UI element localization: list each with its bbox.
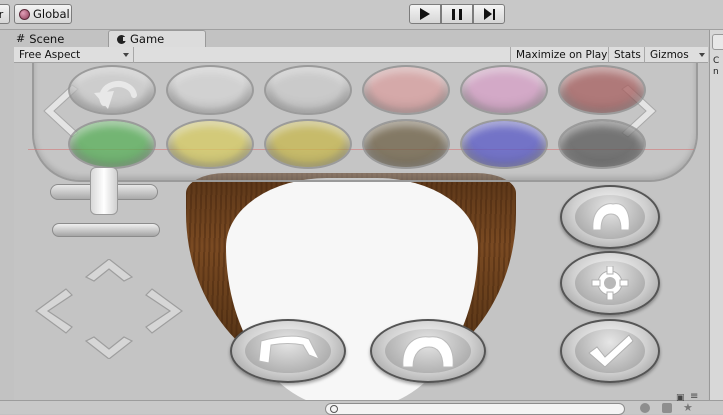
game-viewport[interactable]: [14, 63, 708, 400]
color-swatch[interactable]: [264, 65, 352, 115]
pivot-toggle-button[interactable]: r: [0, 4, 10, 24]
global-toggle-button[interactable]: Global: [14, 4, 72, 24]
inspector-edge-text: C n: [713, 56, 720, 77]
view-tabs: # Scene Game: [0, 30, 723, 47]
color-swatch[interactable]: [460, 65, 548, 115]
inspector-edge: C n: [709, 30, 723, 400]
lock-icon[interactable]: ▣: [676, 393, 685, 403]
color-swatch[interactable]: [68, 119, 156, 169]
pause-icon: [450, 8, 464, 20]
label-icon[interactable]: [662, 403, 672, 413]
settings-button[interactable]: [560, 251, 660, 315]
undo-icon: [94, 81, 137, 109]
global-label: Global: [33, 7, 70, 21]
color-swatch[interactable]: [362, 65, 450, 115]
aspect-label: Free Aspect: [19, 49, 81, 61]
plus-button[interactable]: [90, 167, 118, 215]
hair-shape-left-button[interactable]: [230, 319, 346, 383]
gizmos-label: Gizmos: [650, 49, 689, 61]
editor-toolbar: r Global: [0, 0, 723, 30]
tab-scene[interactable]: # Scene: [8, 30, 106, 47]
stats-toggle[interactable]: Stats: [608, 47, 646, 63]
tab-game-label: Game: [130, 32, 165, 46]
color-swatch[interactable]: [362, 119, 450, 169]
hairstyle-button[interactable]: [560, 185, 660, 249]
minus-button[interactable]: [52, 223, 160, 237]
arrow-right-icon: [145, 288, 184, 334]
stats-label: Stats: [614, 49, 641, 61]
inspector-tab[interactable]: [712, 34, 723, 50]
gizmos-dropdown[interactable]: Gizmos: [644, 47, 708, 63]
step-button[interactable]: [473, 4, 505, 24]
confirm-button[interactable]: [560, 319, 660, 383]
pause-button[interactable]: [441, 4, 473, 24]
hair-shape-center-button[interactable]: [370, 319, 486, 383]
tab-game[interactable]: Game: [108, 30, 206, 47]
checkmark-icon: [588, 334, 634, 368]
status-bar: ★ ▣ ≡: [0, 391, 723, 415]
aspect-dropdown[interactable]: Free Aspect: [14, 47, 134, 63]
search-icon: [330, 405, 338, 413]
pivot-label: r: [0, 7, 4, 21]
menu-icon[interactable]: ≡: [690, 391, 698, 402]
search-input[interactable]: [325, 403, 625, 415]
color-swatch[interactable]: [166, 65, 254, 115]
maximize-on-play-toggle[interactable]: Maximize on Play: [510, 47, 612, 63]
play-button[interactable]: [409, 4, 441, 24]
arrow-down-icon: [84, 336, 134, 359]
step-icon: [483, 8, 495, 20]
dpad: [34, 259, 184, 359]
tab-scene-label: Scene: [29, 31, 65, 46]
play-icon: [420, 8, 430, 20]
color-swatch[interactable]: [166, 119, 254, 169]
game-view-controls: Free Aspect Maximize on Play Stats Gizmo…: [14, 47, 708, 63]
game-icon: [117, 34, 127, 44]
globe-icon: [19, 8, 30, 20]
grid-icon: #: [16, 32, 26, 45]
hair-shape-left-icon: [258, 335, 321, 364]
gear-icon: [591, 266, 629, 300]
chevron-down-icon: [699, 53, 705, 57]
color-swatch[interactable]: [264, 119, 352, 169]
tag-icon[interactable]: [640, 403, 650, 413]
color-swatch[interactable]: [558, 119, 646, 169]
chevron-down-icon: [123, 53, 129, 57]
hairstyle-icon: [592, 203, 630, 231]
playmode-controls: [409, 4, 505, 24]
arrow-left-icon: [34, 288, 73, 334]
maximize-label: Maximize on Play: [516, 49, 608, 61]
color-swatch[interactable]: [558, 65, 646, 115]
hair-shape-center-icon: [402, 336, 454, 368]
arrow-up-icon: [84, 259, 134, 282]
color-swatch[interactable]: [460, 119, 548, 169]
